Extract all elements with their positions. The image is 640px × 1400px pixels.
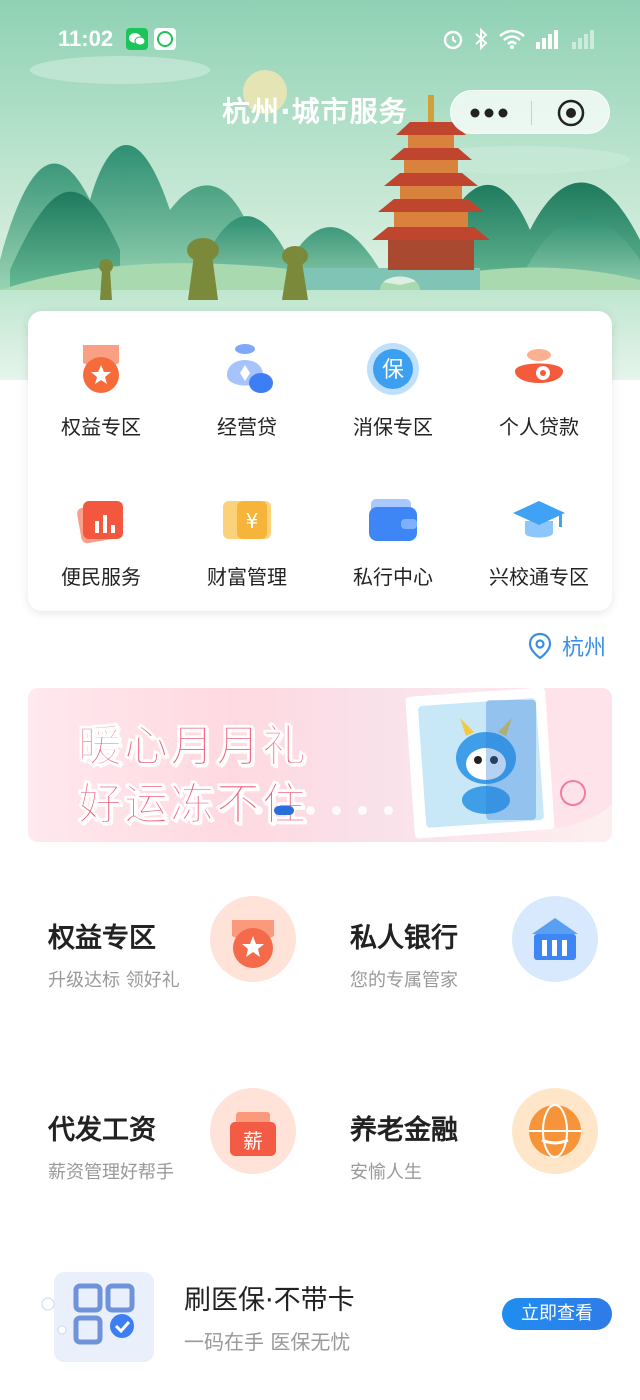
feature-subtitle: 安愉人生	[350, 1162, 422, 1183]
carousel-dot-active[interactable]	[274, 806, 294, 815]
feature-subtitle: 升级达标 领好礼	[48, 970, 180, 991]
medal-icon	[73, 341, 129, 397]
shield-icon: 保	[365, 341, 421, 397]
grid-item-label: 消保专区	[353, 415, 433, 439]
banner-headline-2: 好运冻不住	[78, 779, 308, 831]
wallet-icon	[365, 491, 421, 547]
feature-pension[interactable]: 养老金融 安愉人生	[350, 1088, 640, 1228]
capsule-divider	[531, 101, 532, 125]
grid-item-business-loan[interactable]: 经营贷	[174, 341, 320, 440]
promo-banner[interactable]: 暖心月月礼 好运冻不住	[28, 688, 612, 842]
page-title: 杭州·城市服务	[222, 95, 408, 128]
carousel-dot[interactable]	[332, 806, 341, 815]
location-selector[interactable]: 杭州	[528, 630, 612, 661]
medical-subtitle: 一码在手 医保无忧	[184, 1330, 351, 1354]
feature-title: 权益专区	[48, 923, 156, 954]
grid-item-label: 便民服务	[61, 565, 141, 589]
view-now-button[interactable]: 立即查看	[502, 1298, 612, 1330]
location-pin-icon	[528, 632, 552, 664]
location-city: 杭州	[562, 636, 607, 661]
carousel-dot[interactable]	[358, 806, 367, 815]
shield-icon-text: 保	[382, 358, 404, 383]
feature-private-bank[interactable]: 私人银行 您的专属管家	[350, 896, 640, 1036]
grid-item-label: 个人贷款	[499, 415, 579, 439]
feature-title: 代发工资	[48, 1115, 156, 1146]
grid-item-label: 财富管理	[207, 565, 287, 589]
carousel-dot[interactable]	[254, 806, 263, 815]
wealth-icon-text: ¥	[246, 509, 259, 533]
bank-icon	[512, 896, 598, 986]
grid-item-campus[interactable]: 兴校通专区	[466, 491, 612, 590]
feature-title: 养老金融	[350, 1115, 458, 1146]
grid-item-label: 权益专区	[61, 415, 141, 439]
miniprogram-capsule	[450, 90, 610, 134]
status-bar: 11:02	[0, 22, 640, 58]
feature-title: 私人银行	[350, 923, 458, 954]
medical-title: 刷医保·不带卡	[184, 1285, 355, 1316]
grid-item-wealth[interactable]: ¥ 财富管理	[174, 491, 320, 590]
grid-item-label: 经营贷	[217, 415, 277, 439]
medal-icon	[210, 896, 296, 986]
feature-subtitle: 薪资管理好帮手	[48, 1162, 174, 1183]
qr-code-icon	[40, 1268, 160, 1372]
salary-icon: 薪	[210, 1088, 296, 1178]
grid-item-convenience[interactable]: 便民服务	[28, 491, 174, 590]
service-grid: 权益专区 经营贷 保 消保专区 个人贷款 便民服务 ¥ 财富管理 私行中心 兴校…	[28, 311, 612, 611]
status-time: 11:02	[58, 26, 114, 51]
coin-pouch-icon	[511, 341, 567, 397]
feature-payroll[interactable]: 代发工资 薪资管理好帮手 薪	[48, 1088, 338, 1228]
grid-item-rights[interactable]: 权益专区	[28, 341, 174, 440]
grid-item-consumer-protection[interactable]: 保 消保专区	[320, 341, 466, 440]
feature-subtitle: 您的专属管家	[350, 970, 458, 991]
carousel-dot[interactable]	[306, 806, 315, 815]
feature-rights[interactable]: 权益专区 升级达标 领好礼	[48, 896, 338, 1036]
grid-item-personal-loan[interactable]: 个人贷款	[466, 341, 612, 440]
chart-card-icon	[73, 491, 129, 547]
banner-headline-1: 暖心月月礼	[78, 721, 308, 773]
carousel-dot[interactable]	[384, 806, 393, 815]
globe-icon	[512, 1088, 598, 1178]
grid-item-label: 兴校通专区	[489, 565, 589, 589]
medical-insurance-card[interactable]: 刷医保·不带卡 一码在手 医保无忧 立即查看	[40, 1268, 612, 1368]
money-bag-icon	[219, 341, 275, 397]
graduation-cap-icon	[511, 491, 567, 547]
grid-item-label: 私行中心	[353, 565, 433, 589]
wealth-icon: ¥	[219, 491, 275, 547]
grid-item-private-banking[interactable]: 私行中心	[320, 491, 466, 590]
salary-icon-text: 薪	[243, 1129, 263, 1153]
